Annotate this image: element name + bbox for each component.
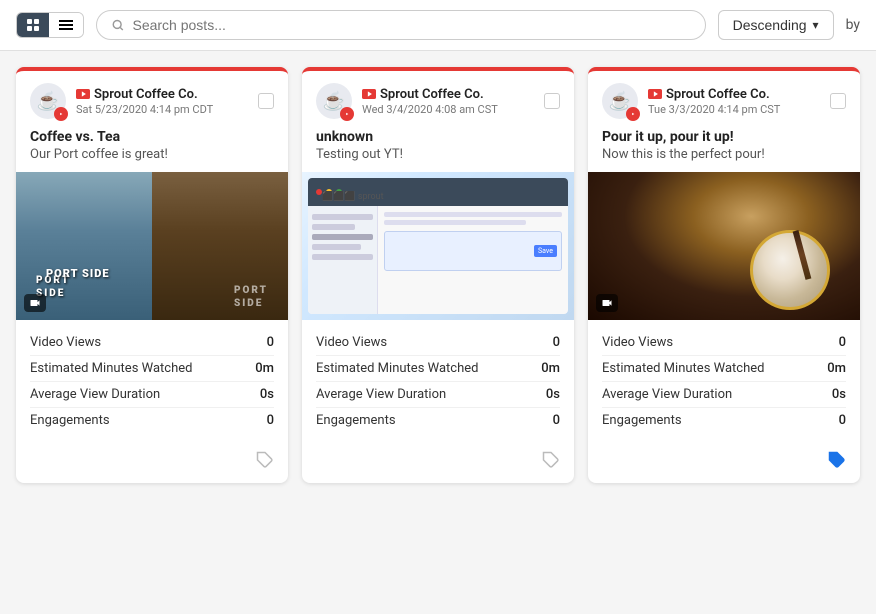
youtube-icon-1 [76, 89, 90, 99]
youtube-badge-2 [340, 107, 354, 121]
card-image-1: PORTSIDE PORTSIDE [16, 172, 288, 320]
card-image-2: Save [302, 172, 574, 320]
stat-value-1: 0m [255, 361, 274, 376]
card-desc-2: Testing out YT! [302, 147, 574, 172]
stat-value-0: 0 [839, 335, 846, 350]
stat-value-0: 0 [553, 335, 560, 350]
account-info-3: Sprout Coffee Co. Tue 3/3/2020 4:14 pm C… [648, 87, 820, 116]
card-title-3: Pour it up, pour it up! [588, 129, 860, 147]
card-desc-3: Now this is the perfect pour! [588, 147, 860, 172]
stat-row: Video Views 0 [30, 330, 274, 356]
stat-value-1: 0m [541, 361, 560, 376]
stat-label-1: Estimated Minutes Watched [30, 361, 192, 376]
account-date-1: Sat 5/23/2020 4:14 pm CDT [76, 103, 248, 116]
chevron-down-icon: ▾ [813, 18, 819, 32]
avatar-1: ☕ [30, 83, 66, 119]
card-checkbox-1[interactable] [258, 93, 274, 109]
stat-row: Estimated Minutes Watched 0m [30, 356, 274, 382]
card-3: ☕ Sprout Coffee Co. [588, 67, 860, 483]
stat-label-1: Estimated Minutes Watched [316, 361, 478, 376]
stat-row: Estimated Minutes Watched 0m [602, 356, 846, 382]
list-view-button[interactable] [49, 13, 83, 37]
card-footer-1 [16, 443, 288, 483]
card-header-2: ☕ Sprout Coffee Co. [302, 71, 574, 129]
stat-label-2: Average View Duration [30, 387, 160, 402]
card-footer-3 [588, 443, 860, 483]
stat-label-3: Engagements [316, 413, 396, 428]
stat-label-0: Video Views [316, 335, 387, 350]
stat-label-2: Average View Duration [602, 387, 732, 402]
stat-value-3: 0 [267, 413, 274, 428]
stat-value-2: 0s [260, 387, 274, 402]
tag-icon-2[interactable] [542, 451, 560, 473]
account-name-2: Sprout Coffee Co. [362, 87, 534, 102]
list-icon [59, 20, 73, 30]
grid-view-button[interactable] [17, 13, 49, 37]
card-2: ☕ Sprout Coffee Co. [302, 67, 574, 483]
stat-value-1: 0m [827, 361, 846, 376]
stat-row: Video Views 0 [316, 330, 560, 356]
stat-value-3: 0 [553, 413, 560, 428]
stat-label-1: Estimated Minutes Watched [602, 361, 764, 376]
account-name-1: Sprout Coffee Co. [76, 87, 248, 102]
card-image-3 [588, 172, 860, 320]
youtube-icon-3 [648, 89, 662, 99]
stat-row: Video Views 0 [602, 330, 846, 356]
view-toggle [16, 12, 84, 38]
card-checkbox-3[interactable] [830, 93, 846, 109]
stat-value-2: 0s [832, 387, 846, 402]
account-name-3: Sprout Coffee Co. [648, 87, 820, 102]
video-icon-3 [596, 294, 618, 312]
card-1: ☕ Sprout Coffee Co. [16, 67, 288, 483]
stat-label-0: Video Views [30, 335, 101, 350]
youtube-icon-2 [362, 89, 376, 99]
account-info-2: Sprout Coffee Co. Wed 3/4/2020 4:08 am C… [362, 87, 534, 116]
account-date-2: Wed 3/4/2020 4:08 am CST [362, 103, 534, 116]
sort-button[interactable]: Descending ▾ [718, 10, 834, 40]
stat-row: Average View Duration 0s [316, 382, 560, 408]
stat-label-0: Video Views [602, 335, 673, 350]
stat-label-3: Engagements [602, 413, 682, 428]
stat-value-0: 0 [267, 335, 274, 350]
tag-icon-1[interactable] [256, 451, 274, 473]
cards-container: ☕ Sprout Coffee Co. [0, 51, 876, 499]
tag-icon-3[interactable] [828, 451, 846, 473]
stat-value-2: 0s [546, 387, 560, 402]
stat-row: Average View Duration 0s [602, 382, 846, 408]
stat-label-2: Average View Duration [316, 387, 446, 402]
stat-value-3: 0 [839, 413, 846, 428]
by-label: by [846, 17, 860, 33]
card-stats-3: Video Views 0 Estimated Minutes Watched … [588, 320, 860, 443]
card-stats-1: Video Views 0 Estimated Minutes Watched … [16, 320, 288, 443]
stat-row: Engagements 0 [602, 408, 846, 433]
search-bar [96, 10, 706, 40]
sort-label: Descending [733, 17, 807, 33]
card-desc-1: Our Port coffee is great! [16, 147, 288, 172]
stat-row: Estimated Minutes Watched 0m [316, 356, 560, 382]
topbar: Descending ▾ by [0, 0, 876, 51]
avatar-2: ☕ [316, 83, 352, 119]
avatar-3: ☕ [602, 83, 638, 119]
stat-row: Average View Duration 0s [30, 382, 274, 408]
search-icon [111, 18, 124, 32]
card-header-3: ☕ Sprout Coffee Co. [588, 71, 860, 129]
card-title-2: unknown [302, 129, 574, 147]
stat-row: Engagements 0 [316, 408, 560, 433]
search-input[interactable] [132, 17, 690, 33]
stat-label-3: Engagements [30, 413, 110, 428]
stat-row: Engagements 0 [30, 408, 274, 433]
youtube-badge-3 [626, 107, 640, 121]
account-date-3: Tue 3/3/2020 4:14 pm CST [648, 103, 820, 116]
youtube-badge-1 [54, 107, 68, 121]
card-header-1: ☕ Sprout Coffee Co. [16, 71, 288, 129]
video-icon-1 [24, 294, 46, 312]
card-title-1: Coffee vs. Tea [16, 129, 288, 147]
account-info-1: Sprout Coffee Co. Sat 5/23/2020 4:14 pm … [76, 87, 248, 116]
card-stats-2: Video Views 0 Estimated Minutes Watched … [302, 320, 574, 443]
card-footer-2 [302, 443, 574, 483]
grid-icon [27, 19, 39, 31]
card-checkbox-2[interactable] [544, 93, 560, 109]
